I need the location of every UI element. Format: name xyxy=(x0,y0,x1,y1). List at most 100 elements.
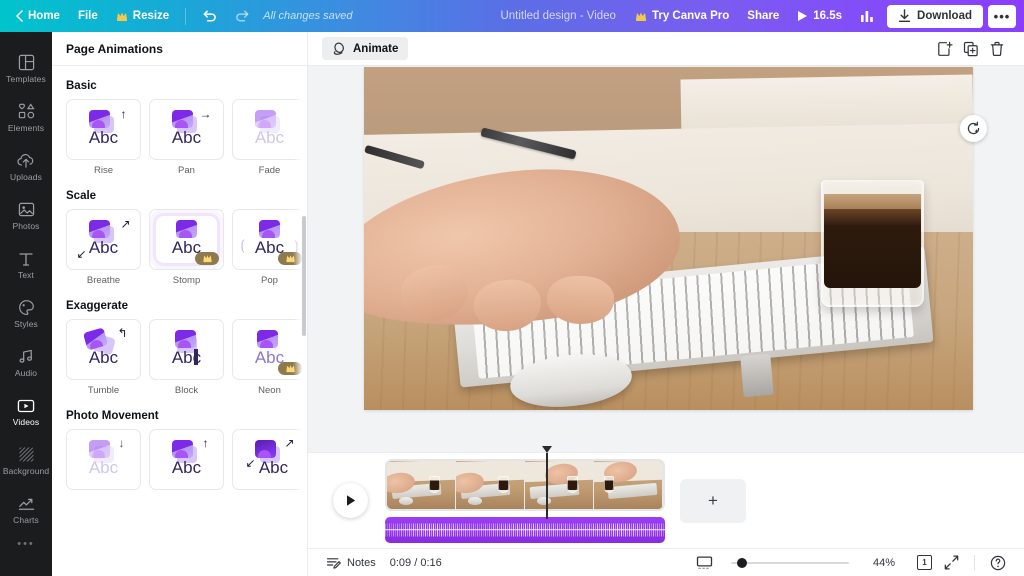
sidebar-item-videos[interactable]: Videos xyxy=(0,387,52,436)
help-button[interactable] xyxy=(984,553,1012,573)
notes-button[interactable]: Notes xyxy=(320,554,382,572)
delete-page-button[interactable] xyxy=(984,36,1010,62)
text-icon xyxy=(17,249,36,268)
photos-icon xyxy=(17,200,36,219)
sidebar-item-photos[interactable]: Photos xyxy=(0,191,52,240)
preview-image-glyph xyxy=(174,329,196,348)
sidebar-label: Uploads xyxy=(10,172,42,183)
panel-scrollbar[interactable] xyxy=(302,216,306,336)
timeline-frame xyxy=(525,460,594,509)
animation-label: Pan xyxy=(178,165,195,176)
magic-refresh-button[interactable] xyxy=(960,115,987,142)
timeline-play-button[interactable] xyxy=(333,483,368,518)
canvas-area[interactable] xyxy=(308,66,1024,452)
sidebar-item-background[interactable]: Background xyxy=(0,436,52,485)
animation-tile-neon[interactable]: Abc xyxy=(232,319,307,380)
animation-tile-photo-2[interactable]: ↑ Abc xyxy=(149,429,224,490)
sidebar-item-elements[interactable]: Elements xyxy=(0,93,52,142)
page-number-badge: 1 xyxy=(917,553,934,570)
animation-grid-exaggerate: ↰ Abc Tumble Abc Block Abc Neon xyxy=(66,319,307,396)
file-menu-button[interactable]: File xyxy=(69,5,107,28)
animation-preview: ↓ Abc xyxy=(77,437,131,482)
animation-item[interactable]: ↰ Abc Tumble xyxy=(66,319,141,396)
zoom-slider-handle[interactable] xyxy=(736,557,747,568)
playhead-handle[interactable] xyxy=(541,445,552,453)
timeline-add-page-button[interactable]: + xyxy=(680,478,746,523)
animation-tile-block[interactable]: Abc xyxy=(149,319,224,380)
zoom-slider[interactable] xyxy=(730,556,849,570)
sidebar-item-templates[interactable]: Templates xyxy=(0,44,52,93)
animation-tile-stomp[interactable]: Abc xyxy=(149,209,224,270)
sidebar-item-charts[interactable]: Charts xyxy=(0,485,52,534)
uploads-icon xyxy=(17,151,36,170)
crown-icon xyxy=(116,11,128,22)
animation-tile-fade[interactable]: Abc xyxy=(232,99,307,160)
preview-duration-button[interactable]: 16.5s xyxy=(788,5,851,28)
animation-tile-rise[interactable]: ↑ Abc xyxy=(66,99,141,160)
preview-image-glyph xyxy=(258,219,280,238)
download-button[interactable]: Download xyxy=(887,4,983,28)
animation-item[interactable]: ⟮ ⟯ Abc Pop xyxy=(232,209,307,286)
home-button[interactable]: Home xyxy=(6,5,69,28)
save-status: All changes saved xyxy=(263,10,353,22)
section-title-scale: Scale xyxy=(66,190,97,202)
page-count-button[interactable]: 1 xyxy=(911,553,938,572)
add-page-button[interactable] xyxy=(932,36,958,62)
arrow-up-icon: ↑ xyxy=(120,106,127,121)
animation-item[interactable]: → Abc Pan xyxy=(149,99,224,176)
redo-button[interactable] xyxy=(226,5,259,28)
animation-item[interactable]: Abc Fade xyxy=(232,99,307,176)
notes-label: Notes xyxy=(347,556,376,569)
panel-scroll-area[interactable]: Basic ↑ Abc Rise → Abc Pan Abc Fade Scal… xyxy=(52,66,307,576)
resize-button[interactable]: Resize xyxy=(107,5,178,28)
timeline-video-clip[interactable] xyxy=(385,458,665,511)
animation-item[interactable]: ↓ Abc xyxy=(66,429,141,495)
more-options-button[interactable]: ••• xyxy=(988,4,1016,28)
design-canvas[interactable] xyxy=(364,67,973,410)
animation-item[interactable]: ↗ ↙ Abc xyxy=(232,429,307,495)
animation-preview: ↗ ↙ Abc xyxy=(243,437,297,482)
preview-text: Abc xyxy=(254,127,285,147)
download-label: Download xyxy=(917,10,972,22)
try-canva-pro-button[interactable]: Try Canva Pro xyxy=(626,5,738,28)
animation-tile-photo-3[interactable]: ↗ ↙ Abc xyxy=(232,429,307,490)
videos-icon xyxy=(17,396,36,415)
help-icon xyxy=(990,555,1006,571)
animation-item[interactable]: ↑ Abc Rise xyxy=(66,99,141,176)
photo-coffee xyxy=(823,209,922,288)
download-icon xyxy=(898,9,911,23)
animate-button[interactable]: Animate xyxy=(322,37,409,60)
pro-crown-badge xyxy=(278,252,302,265)
animation-tile-tumble[interactable]: ↰ Abc xyxy=(66,319,141,380)
sidebar-item-uploads[interactable]: Uploads xyxy=(0,142,52,191)
timeline-audio-track[interactable] xyxy=(385,516,665,543)
fullscreen-button[interactable] xyxy=(938,553,965,572)
share-button[interactable]: Share xyxy=(738,5,788,28)
design-title[interactable]: Untitled design - Video xyxy=(490,10,626,22)
bar-chart-icon xyxy=(860,10,874,23)
insights-button[interactable] xyxy=(851,5,883,28)
animation-tile-pop[interactable]: ⟮ ⟯ Abc xyxy=(232,209,307,270)
sidebar-item-styles[interactable]: Styles xyxy=(0,289,52,338)
audio-icon xyxy=(17,347,36,366)
animation-tile-breathe[interactable]: ↗ ↙ Abc xyxy=(66,209,141,270)
animation-item[interactable]: Abc Neon xyxy=(232,319,307,396)
sidebar-label: Photos xyxy=(12,221,40,232)
duplicate-page-button[interactable] xyxy=(958,36,984,62)
undo-button[interactable] xyxy=(193,5,226,28)
animation-tile-photo-1[interactable]: ↓ Abc xyxy=(66,429,141,490)
preview-image-glyph xyxy=(254,109,276,128)
zoom-slider-track xyxy=(730,561,849,564)
display-mode-button[interactable] xyxy=(690,554,719,572)
animation-tile-pan[interactable]: → Abc xyxy=(149,99,224,160)
animation-item[interactable]: Abc Block xyxy=(149,319,224,396)
sidebar-item-text[interactable]: Text xyxy=(0,240,52,289)
animation-item[interactable]: ↑ Abc xyxy=(149,429,224,495)
sidebar-more-button[interactable]: ••• xyxy=(17,538,35,550)
sidebar-item-audio[interactable]: Audio xyxy=(0,338,52,387)
animation-item[interactable]: Abc Stomp xyxy=(149,209,224,286)
animation-item[interactable]: ↗ ↙ Abc Breathe xyxy=(66,209,141,286)
animation-preview: ↑ Abc xyxy=(77,108,131,152)
duration-label: 16.5s xyxy=(813,10,843,22)
timeline-playhead[interactable] xyxy=(541,445,552,519)
